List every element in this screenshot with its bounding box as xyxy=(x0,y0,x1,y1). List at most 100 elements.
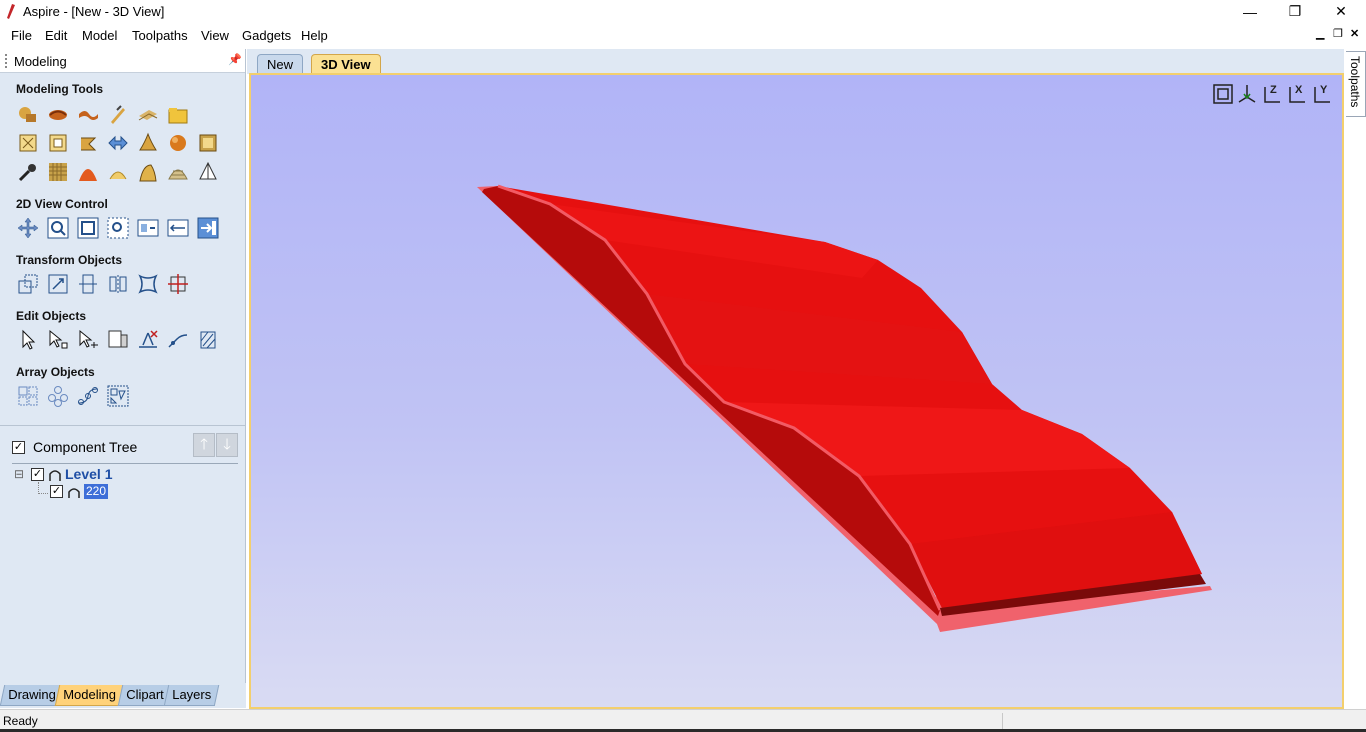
toggle-2d-3d-icon[interactable] xyxy=(197,217,219,239)
mdi-minimize-button[interactable]: ▁ xyxy=(1316,27,1324,40)
create-relief-icon[interactable] xyxy=(197,161,219,183)
texture-area-icon[interactable] xyxy=(137,104,159,126)
tab-modeling[interactable]: Modeling xyxy=(54,685,124,706)
tree-connector xyxy=(38,482,48,494)
menu-model[interactable]: Model xyxy=(82,28,117,43)
mdi-restore-button[interactable]: ❐ xyxy=(1333,27,1343,40)
distort-icon[interactable] xyxy=(107,161,129,183)
doc-tab-new[interactable]: New xyxy=(257,54,304,74)
level-checkbox[interactable]: ✓ xyxy=(31,468,44,481)
title-bar: Aspire - [New - 3D View] — ❐ ✕ xyxy=(0,0,1366,23)
component-tree-title: Component Tree xyxy=(33,439,138,455)
minimize-button[interactable]: — xyxy=(1227,0,1273,23)
status-separator xyxy=(1002,713,1003,729)
move-down-button[interactable]: 🡓 xyxy=(216,433,238,457)
import-component-icon[interactable] xyxy=(167,104,189,126)
tree-level-label[interactable]: Level 1 xyxy=(65,466,112,482)
toolpaths-tab[interactable]: Toolpaths xyxy=(1346,51,1366,117)
section-edit-objects: Edit Objects xyxy=(16,309,87,323)
zoom-material-icon[interactable] xyxy=(137,217,159,239)
view-z-icon[interactable]: Z xyxy=(1261,83,1283,105)
zoom-previous-icon[interactable] xyxy=(167,217,189,239)
scale-object-icon[interactable] xyxy=(47,273,69,295)
tilt-component-icon[interactable] xyxy=(137,161,159,183)
doc-tab-3d-view[interactable]: 3D View xyxy=(311,54,381,74)
view-y-icon[interactable]: Y xyxy=(1311,83,1333,105)
panel-header: Modeling 📌 xyxy=(0,49,245,73)
transform-select-icon[interactable] xyxy=(77,329,99,351)
component-tree-checkbox[interactable]: ✓ xyxy=(12,441,25,454)
document-tabs: New 3D View xyxy=(247,49,1344,74)
pan-icon[interactable] xyxy=(17,217,39,239)
create-component-icon[interactable] xyxy=(17,132,39,154)
bake-component-icon[interactable] xyxy=(47,132,69,154)
status-text: Ready xyxy=(3,714,38,728)
3d-view-canvas[interactable]: Z X Y xyxy=(249,73,1344,709)
mirror-object-icon[interactable] xyxy=(107,273,129,295)
tools-area: Modeling Tools 2D View Control Transform… xyxy=(0,74,245,426)
zoom-icon[interactable] xyxy=(47,217,69,239)
zoom-extents-icon[interactable] xyxy=(1212,83,1234,105)
extrude-icon[interactable] xyxy=(77,104,99,126)
collapse-toggle[interactable]: ⊟ xyxy=(14,467,24,481)
pin-icon[interactable]: 📌 xyxy=(228,53,242,66)
panel-title: Modeling xyxy=(14,54,67,69)
zoom-extents-icon[interactable] xyxy=(77,217,99,239)
move-object-icon[interactable] xyxy=(17,273,39,295)
circular-copy-icon[interactable] xyxy=(47,385,69,407)
menu-edit[interactable]: Edit xyxy=(45,28,67,43)
close-button[interactable]: ✕ xyxy=(1318,0,1364,23)
section-transform-objects: Transform Objects xyxy=(16,253,123,267)
distort-object-icon[interactable] xyxy=(137,273,159,295)
trim-vectors-icon[interactable] xyxy=(137,329,159,351)
vector-texture-icon[interactable] xyxy=(197,329,219,351)
create-shape-icon[interactable] xyxy=(107,104,129,126)
tab-layers-label: Layers xyxy=(172,687,212,702)
nesting-icon[interactable] xyxy=(107,385,129,407)
component-tree: ✓ Component Tree 🡑 🡓 ⊟ ✓ Level 1 ✓ 220 xyxy=(0,427,245,677)
view-y-label: Y xyxy=(1320,84,1328,96)
node-checkbox[interactable]: ✓ xyxy=(50,485,63,498)
section-2d-view-control: 2D View Control xyxy=(16,197,108,211)
apply-texture-icon[interactable] xyxy=(47,161,69,183)
view-x-icon[interactable]: X xyxy=(1286,83,1308,105)
node-edit-icon[interactable] xyxy=(47,329,69,351)
interactive-select-icon[interactable] xyxy=(107,329,129,351)
menu-gadgets[interactable]: Gadgets xyxy=(242,28,291,43)
view-x-label: X xyxy=(1295,84,1303,96)
smooth-component-icon[interactable] xyxy=(77,161,99,183)
tree-node-label[interactable]: 220 xyxy=(84,484,109,499)
block-copy-icon[interactable] xyxy=(17,385,39,407)
menu-toolpaths[interactable]: Toolpaths xyxy=(132,28,188,43)
move-component-icon[interactable] xyxy=(107,132,129,154)
zoom-selection-icon[interactable] xyxy=(107,217,129,239)
panel-tabs: Drawing Modeling Clipart Layers xyxy=(0,683,246,708)
3d-model xyxy=(477,184,1212,632)
menu-help[interactable]: Help xyxy=(301,28,328,43)
fade-component-icon[interactable] xyxy=(137,132,159,154)
section-modeling-tools: Modeling Tools xyxy=(16,82,104,96)
panel-grip[interactable] xyxy=(5,54,7,68)
fillet-icon[interactable] xyxy=(167,329,189,351)
slice-component-icon[interactable] xyxy=(167,132,189,154)
aspire-window: { "window": { "title": "Aspire - [New - … xyxy=(0,0,1366,732)
align-object-icon[interactable] xyxy=(77,273,99,295)
tab-layers[interactable]: Layers xyxy=(163,685,220,706)
restore-button[interactable]: ❐ xyxy=(1272,0,1318,23)
move-up-button[interactable]: 🡑 xyxy=(193,433,215,457)
sculpting-icon[interactable] xyxy=(17,161,39,183)
iso-view-icon[interactable] xyxy=(1236,83,1258,105)
set-size-icon[interactable] xyxy=(167,273,189,295)
window-title: Aspire - [New - 3D View] xyxy=(23,4,165,19)
component-to-bitmap-icon[interactable] xyxy=(197,132,219,154)
menu-file[interactable]: File xyxy=(11,28,32,43)
two-rail-sweep-icon[interactable] xyxy=(47,104,69,126)
toolpaths-strip: Toolpaths xyxy=(1345,49,1366,709)
select-icon[interactable] xyxy=(17,329,39,351)
copy-along-vector-icon[interactable] xyxy=(77,385,99,407)
add-draft-icon[interactable] xyxy=(167,161,189,183)
mdi-close-button[interactable]: ✕ xyxy=(1350,27,1359,40)
menu-view[interactable]: View xyxy=(201,28,229,43)
mirror-component-icon[interactable] xyxy=(77,132,99,154)
shape-creator-icon[interactable] xyxy=(17,104,39,126)
